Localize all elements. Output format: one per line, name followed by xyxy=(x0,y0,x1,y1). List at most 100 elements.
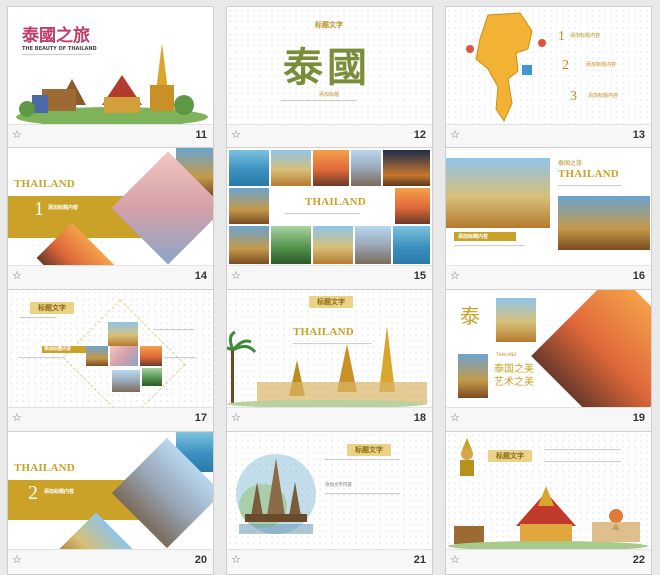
temple-scene-illustration xyxy=(448,486,648,550)
temple-illustration xyxy=(16,43,208,125)
slide-thumbnail-15[interactable]: THAILAND ━━━━━━━━━━━━━━━━━━━━━━━━━━━━━━━… xyxy=(226,147,433,291)
slide-thumbnail-16[interactable]: 泰国之旅 THAILAND ━━━━━━━━━━━━━━━━━━━━━━━━━━… xyxy=(445,147,652,291)
slide-number: 14 xyxy=(194,270,207,282)
photo-tile xyxy=(383,150,430,186)
photo-tile xyxy=(140,346,162,366)
placeholder-text: ━━━━━━━━━━━━━━━━━━━━━━━━━━━━━━━━━━━━━ xyxy=(454,244,526,248)
slide-thumbnail-17[interactable]: 标题文字 ━━━━━━━━━━━━━━━━━━━ 添加标题内容 ━━━━━━━━… xyxy=(7,289,214,433)
photo-tile xyxy=(229,150,269,186)
slide-number: 21 xyxy=(413,554,426,566)
slide-tag: 标题文字 xyxy=(315,21,343,29)
temple-skyline-illustration xyxy=(227,326,427,408)
slide-canvas: THAILAND 2 添加标题内容 xyxy=(8,432,213,550)
slide-tag: 泰国之旅 xyxy=(558,160,583,167)
slide-number: 15 xyxy=(413,270,426,282)
slide-thumbnail-11[interactable]: 泰國之旅 THE BEAUTY OF THAILAND ━━━━━━━━━━━━… xyxy=(7,6,214,150)
item-label: 添加标题内容 xyxy=(588,93,619,99)
guardian-statue-illustration xyxy=(460,438,474,476)
slide-footer: ☆ 21 xyxy=(227,549,432,574)
slide-footer: ☆ 17 xyxy=(8,407,213,432)
slide-number: 16 xyxy=(632,270,645,282)
slide-canvas: THAILAND 1 添加标题内容 xyxy=(8,148,213,266)
slide-footer: ☆ 22 xyxy=(446,549,651,574)
star-icon[interactable]: ☆ xyxy=(231,412,241,424)
star-icon[interactable]: ☆ xyxy=(231,270,241,282)
star-icon[interactable]: ☆ xyxy=(231,554,241,566)
placeholder-text: ━━━━━━━━━━━━━━━━━ xyxy=(164,356,197,360)
photo-temple-sunset xyxy=(531,290,651,408)
photo-temple xyxy=(458,354,488,398)
slide-footer: ☆ 19 xyxy=(446,407,651,432)
photo-temple xyxy=(446,158,550,228)
slide-tag: 标题文字 xyxy=(30,302,74,314)
slide-canvas: 标题文字 ━━━━━━━━━━━━━━━━━━━━━━━━━━━━━━━━━━━… xyxy=(227,432,432,550)
item-index: 2 xyxy=(562,58,569,73)
slide-number: 18 xyxy=(413,412,426,424)
star-icon[interactable]: ☆ xyxy=(12,270,22,282)
slide-tag: 标题文字 xyxy=(309,296,353,308)
slide-thumbnail-22[interactable]: 标题文字 ━━━━━━━━━━━━━━━━━━━━━━━━━━━━━━━━━━━… xyxy=(445,431,652,575)
placeholder-text: ━━━━━━━━━━━━━━━━━━━━━━━━━━━━━━━━━━━━━━━ xyxy=(325,458,400,462)
star-icon[interactable]: ☆ xyxy=(450,412,460,424)
photo-tile xyxy=(108,322,138,346)
placeholder-text: ━━━━━━━━━━━━━━━━━━━━━━━━━━━━━━━━━━━━━━━━ xyxy=(544,460,621,464)
slide-heading: THAILAND xyxy=(14,178,75,190)
slide-canvas: 泰国之旅 THAILAND ━━━━━━━━━━━━━━━━━━━━━━━━━━… xyxy=(446,148,651,266)
slide-thumbnail-21[interactable]: 标题文字 ━━━━━━━━━━━━━━━━━━━━━━━━━━━━━━━━━━━… xyxy=(226,431,433,575)
slide-small-text: THAILAND xyxy=(496,352,517,357)
slide-thumbnail-20[interactable]: THAILAND 2 添加标题内容 ☆ 20 xyxy=(7,431,214,575)
slide-footer: ☆ 14 xyxy=(8,265,213,290)
slide-label: 添加标题内容 xyxy=(458,234,489,240)
photo-tile xyxy=(271,226,311,264)
slide-thumbnail-14[interactable]: THAILAND 1 添加标题内容 ☆ 14 xyxy=(7,147,214,291)
slide-heading: THAILAND xyxy=(14,462,75,474)
placeholder-text: ━━━━━━━━━━━━━━━━━━━━━ xyxy=(154,328,195,332)
placeholder-text: ━━━━━━━━━━━━━━━━━━━━━━━━━━━━━━━━━━━━━━━ xyxy=(325,492,400,496)
slide-char: 泰 xyxy=(460,304,480,328)
slide-thumbnail-18[interactable]: 标题文字 THAILAND ━━━━━━━━━━━━━━━━━━━━━━━━━━… xyxy=(226,289,433,433)
slide-footer: ☆ 18 xyxy=(227,407,432,432)
item-label: 添加标题内容 xyxy=(570,33,601,39)
slide-number: 19 xyxy=(632,412,645,424)
photo-tile xyxy=(313,226,353,264)
slide-line-2: 艺术之美 xyxy=(494,377,534,388)
slide-label: 添加标题内容 xyxy=(44,489,75,495)
slide-label: 添加标题内容 xyxy=(48,205,79,211)
star-icon[interactable]: ☆ xyxy=(12,554,22,566)
slide-canvas: 标题文字 泰國 添加标题 ━━━━━━━━━━━━━━━━━━━━━━━━━━━… xyxy=(227,7,432,125)
slide-footer: ☆ 13 xyxy=(446,124,651,149)
placeholder-text: ━━━━━━━━━━━━━━━━━━━━━━━━━━━━━━━━━ xyxy=(558,184,622,188)
photo-tile xyxy=(110,346,138,366)
slide-thumbnail-12[interactable]: 标题文字 泰國 添加标题 ━━━━━━━━━━━━━━━━━━━━━━━━━━━… xyxy=(226,6,433,150)
slide-footer: ☆ 20 xyxy=(8,549,213,574)
item-label: 添加标题内容 xyxy=(586,62,617,68)
slide-tag: 标题文字 xyxy=(488,450,532,462)
slide-label: 添加文字内容 xyxy=(325,483,352,488)
slide-number: 12 xyxy=(413,129,426,141)
photo-statue xyxy=(558,196,650,250)
star-icon[interactable]: ☆ xyxy=(12,129,22,141)
slide-canvas: 标题文字 ━━━━━━━━━━━━━━━━━━━━━━━━━━━━━━━━━━━… xyxy=(446,432,651,550)
photo-temple xyxy=(496,298,536,342)
slide-number: 20 xyxy=(194,554,207,566)
photo-tile xyxy=(271,150,311,186)
slide-thumbnail-13[interactable]: 1 添加标题内容 2 添加标题内容 3 添加标题内容 ☆ 13 xyxy=(445,6,652,150)
photo-tile xyxy=(229,226,269,264)
photo-tile xyxy=(86,346,108,366)
slide-thumbnail-19[interactable]: 泰 THAILAND 泰国之美 艺术之美 ☆ 19 xyxy=(445,289,652,433)
slide-canvas: 泰 THAILAND 泰国之美 艺术之美 xyxy=(446,290,651,408)
slide-canvas: THAILAND ━━━━━━━━━━━━━━━━━━━━━━━━━━━━━━━… xyxy=(227,148,432,266)
slide-heading: THAILAND xyxy=(305,196,366,208)
slide-footer: ☆ 15 xyxy=(227,265,432,290)
slide-index: 1 xyxy=(34,198,44,220)
placeholder-text: ━━━━━━━━━━━━━━━━━━━━━━━━━━━━━━━━━━━━━━━ xyxy=(281,99,356,103)
slide-footer: ☆ 12 xyxy=(227,124,432,149)
photo-tile xyxy=(229,188,269,224)
star-icon[interactable]: ☆ xyxy=(231,129,241,141)
star-icon[interactable]: ☆ xyxy=(450,129,460,141)
thailand-map-illustration xyxy=(466,12,546,123)
star-icon[interactable]: ☆ xyxy=(450,554,460,566)
star-icon[interactable]: ☆ xyxy=(450,270,460,282)
placeholder-text: ━━━━━━━━━━━━━━━━━━━━━━━━━━━━━━━━━━━━━━━━ xyxy=(544,448,621,452)
star-icon[interactable]: ☆ xyxy=(12,412,22,424)
